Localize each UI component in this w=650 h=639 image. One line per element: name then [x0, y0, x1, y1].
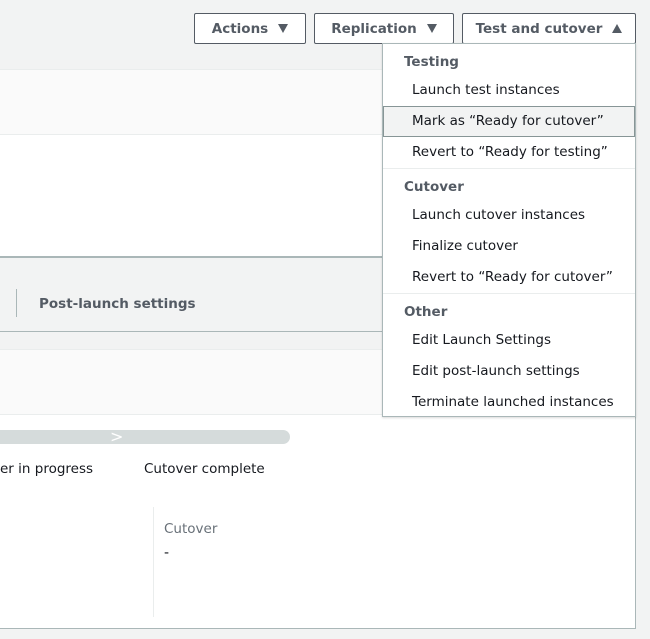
- menu-group-other: Other Edit Launch Settings Edit post-lau…: [383, 293, 635, 418]
- menu-group-header: Testing: [404, 54, 459, 70]
- menu-item-terminate-launched-instances[interactable]: Terminate launched instances: [383, 387, 635, 418]
- column-divider: [153, 507, 154, 617]
- menu-item-revert-ready-for-cutover[interactable]: Revert to “Ready for cutover”: [383, 262, 635, 293]
- cutover-field-value: -: [164, 545, 170, 561]
- chevron-right-icon: >: [110, 427, 124, 446]
- caret-down-icon: [278, 24, 289, 33]
- test-and-cutover-dropdown-button[interactable]: Test and cutover: [462, 13, 636, 44]
- caret-up-icon: [612, 24, 623, 33]
- replication-dropdown-button[interactable]: Replication: [314, 13, 454, 44]
- actions-dropdown-button[interactable]: Actions: [194, 13, 306, 44]
- lifecycle-step-label: er in progress: [0, 461, 94, 477]
- tab-post-launch-settings[interactable]: Post-launch settings: [39, 296, 196, 312]
- lifecycle-progress-bar: [0, 430, 290, 444]
- menu-item-revert-ready-for-testing[interactable]: Revert to “Ready for testing”: [383, 137, 635, 168]
- menu-item-edit-launch-settings[interactable]: Edit Launch Settings: [383, 325, 635, 356]
- test-and-cutover-menu: Testing Launch test instances Mark as “R…: [382, 43, 636, 417]
- menu-group-header: Other: [404, 304, 448, 320]
- menu-item-edit-post-launch-settings[interactable]: Edit post-launch settings: [383, 356, 635, 387]
- menu-item-finalize-cutover[interactable]: Finalize cutover: [383, 231, 635, 262]
- menu-group-cutover: Cutover Launch cutover instances Finaliz…: [383, 168, 635, 293]
- cutover-field-label: Cutover: [164, 521, 218, 537]
- replication-button-label: Replication: [331, 20, 417, 37]
- menu-item-mark-ready-for-cutover[interactable]: Mark as “Ready for cutover”: [383, 106, 635, 137]
- menu-item-launch-cutover-instances[interactable]: Launch cutover instances: [383, 200, 635, 231]
- menu-item-launch-test-instances[interactable]: Launch test instances: [383, 75, 635, 106]
- menu-group-testing: Testing Launch test instances Mark as “R…: [383, 44, 635, 168]
- caret-down-icon: [426, 24, 437, 33]
- tab-separator: [16, 289, 17, 317]
- actions-button-label: Actions: [211, 20, 269, 37]
- lifecycle-step-label: Cutover complete: [144, 461, 265, 477]
- test-and-cutover-button-label: Test and cutover: [475, 20, 603, 37]
- menu-group-header: Cutover: [404, 179, 464, 195]
